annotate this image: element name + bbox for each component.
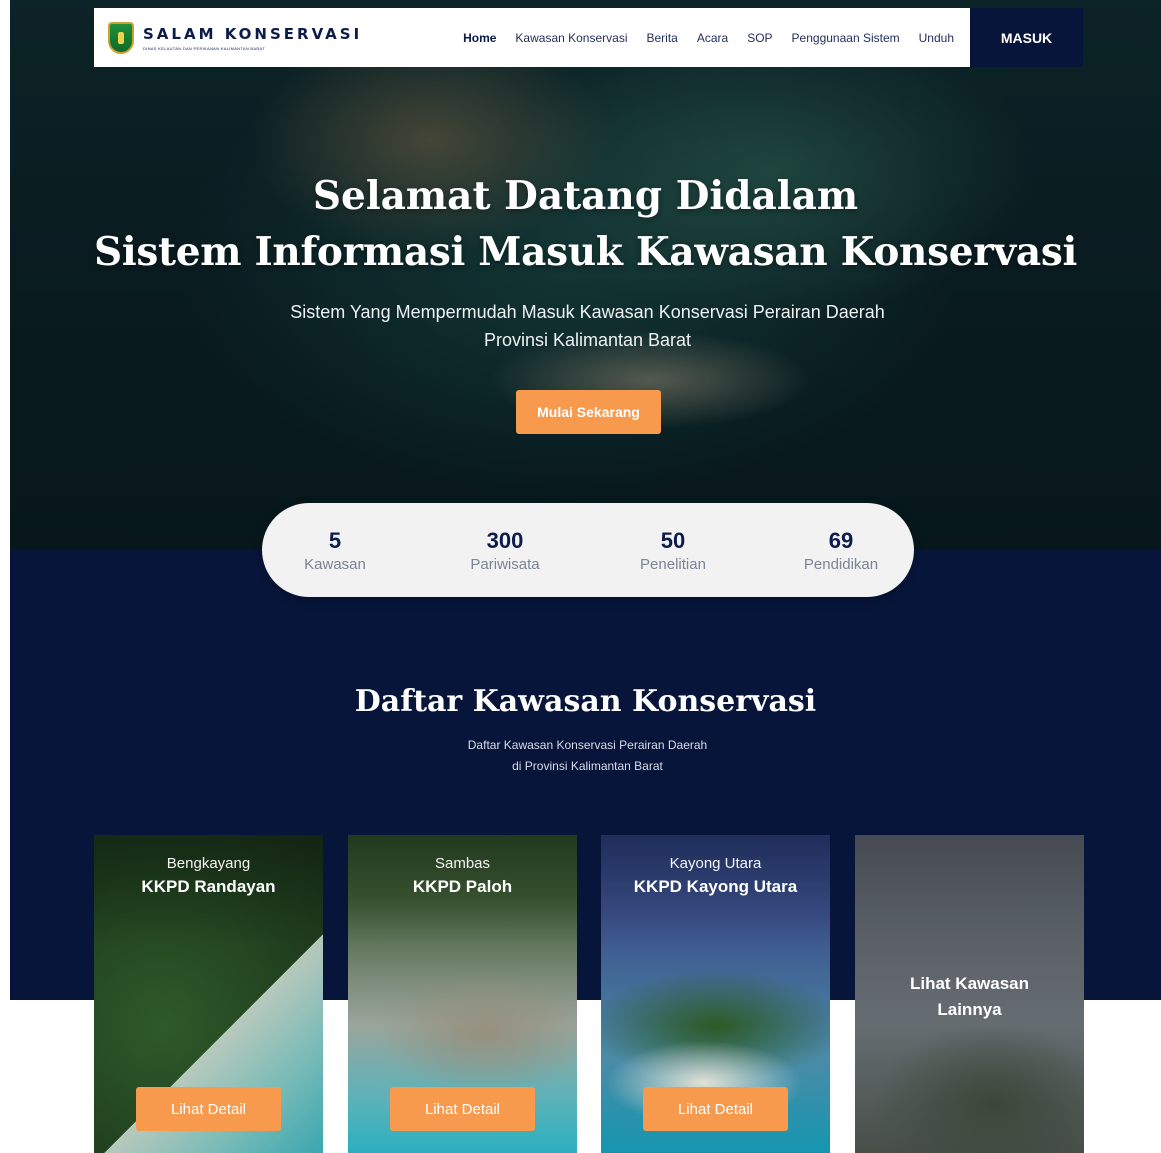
stat-value: 69: [828, 528, 854, 553]
shield-emblem-icon: [108, 21, 134, 54]
section-subtitle: Daftar Kawasan Konservasi Perairan Daera…: [400, 735, 775, 777]
area-card-randayan[interactable]: Bengkayang KKPD Randayan Lihat Detail: [94, 835, 323, 1153]
stat-kawasan: 5 Kawasan: [275, 527, 395, 575]
stats-panel: 5 Kawasan 300 Pariwisata 50 Penelitian 6…: [262, 503, 914, 597]
section-subtitle-line-1: Daftar Kawasan Konservasi Perairan Daera…: [467, 738, 708, 752]
more-areas-card[interactable]: Lihat Kawasan Lainnya: [855, 835, 1084, 1153]
stat-value: 300: [486, 528, 524, 553]
stat-penelitian: 50 Penelitian: [613, 527, 733, 575]
nav-menu: Home Kawasan Konservasi Berita Acara SOP…: [444, 31, 954, 45]
stat-label: Penelitian: [640, 556, 706, 573]
stat-label: Pendidikan: [803, 556, 879, 573]
get-started-button[interactable]: Mulai Sekarang: [516, 390, 661, 434]
stat-value: 5: [328, 528, 342, 553]
hero-subtitle-line-2: Provinsi Kalimantan Barat: [483, 330, 692, 350]
nav-item-home[interactable]: Home: [463, 31, 496, 45]
stat-value: 50: [660, 528, 686, 553]
nav-item-kawasan-konservasi[interactable]: Kawasan Konservasi: [515, 31, 627, 45]
detail-button[interactable]: Lihat Detail: [390, 1087, 535, 1131]
detail-button[interactable]: Lihat Detail: [136, 1087, 281, 1131]
nav-item-unduh[interactable]: Unduh: [919, 31, 954, 45]
nav-item-sop[interactable]: SOP: [747, 31, 772, 45]
nav-item-penggunaan-sistem[interactable]: Penggunaan Sistem: [792, 31, 900, 45]
stat-label: Pariwisata: [470, 556, 540, 573]
hero-subtitle: Sistem Yang Mempermudah Masuk Kawasan Ko…: [260, 298, 915, 354]
hero-title-line-1: Selamat Datang Didalam: [312, 173, 859, 219]
brand-title: SALAM KONSERVASI: [143, 24, 363, 43]
card-region: Kayong Utara: [669, 855, 762, 872]
brand-subtitle: Dinas Kelautan dan Perikanan Kalimantan …: [143, 45, 265, 51]
section-subtitle-line-2: di Provinsi Kalimantan Barat: [512, 759, 663, 773]
card-region: Sambas: [434, 855, 491, 872]
more-areas-line-2: Lainnya: [937, 1000, 1002, 1019]
section-title: Daftar Kawasan Konservasi: [354, 684, 817, 719]
top-navbar: SALAM KONSERVASI Dinas Kelautan dan Peri…: [94, 8, 970, 67]
nav-item-acara[interactable]: Acara: [697, 31, 728, 45]
card-title: KKPD Kayong Utara: [633, 877, 798, 896]
area-card-kayong-utara[interactable]: Kayong Utara KKPD Kayong Utara Lihat Det…: [601, 835, 830, 1153]
more-areas-line-1: Lihat Kawasan: [909, 974, 1030, 993]
detail-button[interactable]: Lihat Detail: [643, 1087, 788, 1131]
hero-subtitle-line-1: Sistem Yang Mempermudah Masuk Kawasan Ko…: [290, 302, 885, 322]
brand-logo[interactable]: SALAM KONSERVASI Dinas Kelautan dan Peri…: [108, 21, 362, 54]
hero-title-line-2: Sistem Informasi Masuk Kawasan Konservas…: [93, 229, 1078, 275]
card-title: KKPD Randayan: [141, 877, 276, 896]
card-title: KKPD Paloh: [412, 877, 513, 896]
area-card-paloh[interactable]: Sambas KKPD Paloh Lihat Detail: [348, 835, 577, 1153]
more-areas-label: Lihat Kawasan Lainnya: [855, 971, 1084, 1023]
brand-text: SALAM KONSERVASI Dinas Kelautan dan Peri…: [143, 25, 362, 51]
stat-pariwisata: 300 Pariwisata: [445, 527, 565, 575]
hero-title: Selamat Datang Didalam Sistem Informasi …: [10, 168, 1161, 280]
stat-label: Kawasan: [304, 556, 366, 573]
login-button[interactable]: MASUK: [970, 8, 1083, 67]
card-region: Bengkayang: [166, 855, 251, 872]
stat-pendidikan: 69 Pendidikan: [781, 527, 901, 575]
nav-item-berita[interactable]: Berita: [646, 31, 677, 45]
